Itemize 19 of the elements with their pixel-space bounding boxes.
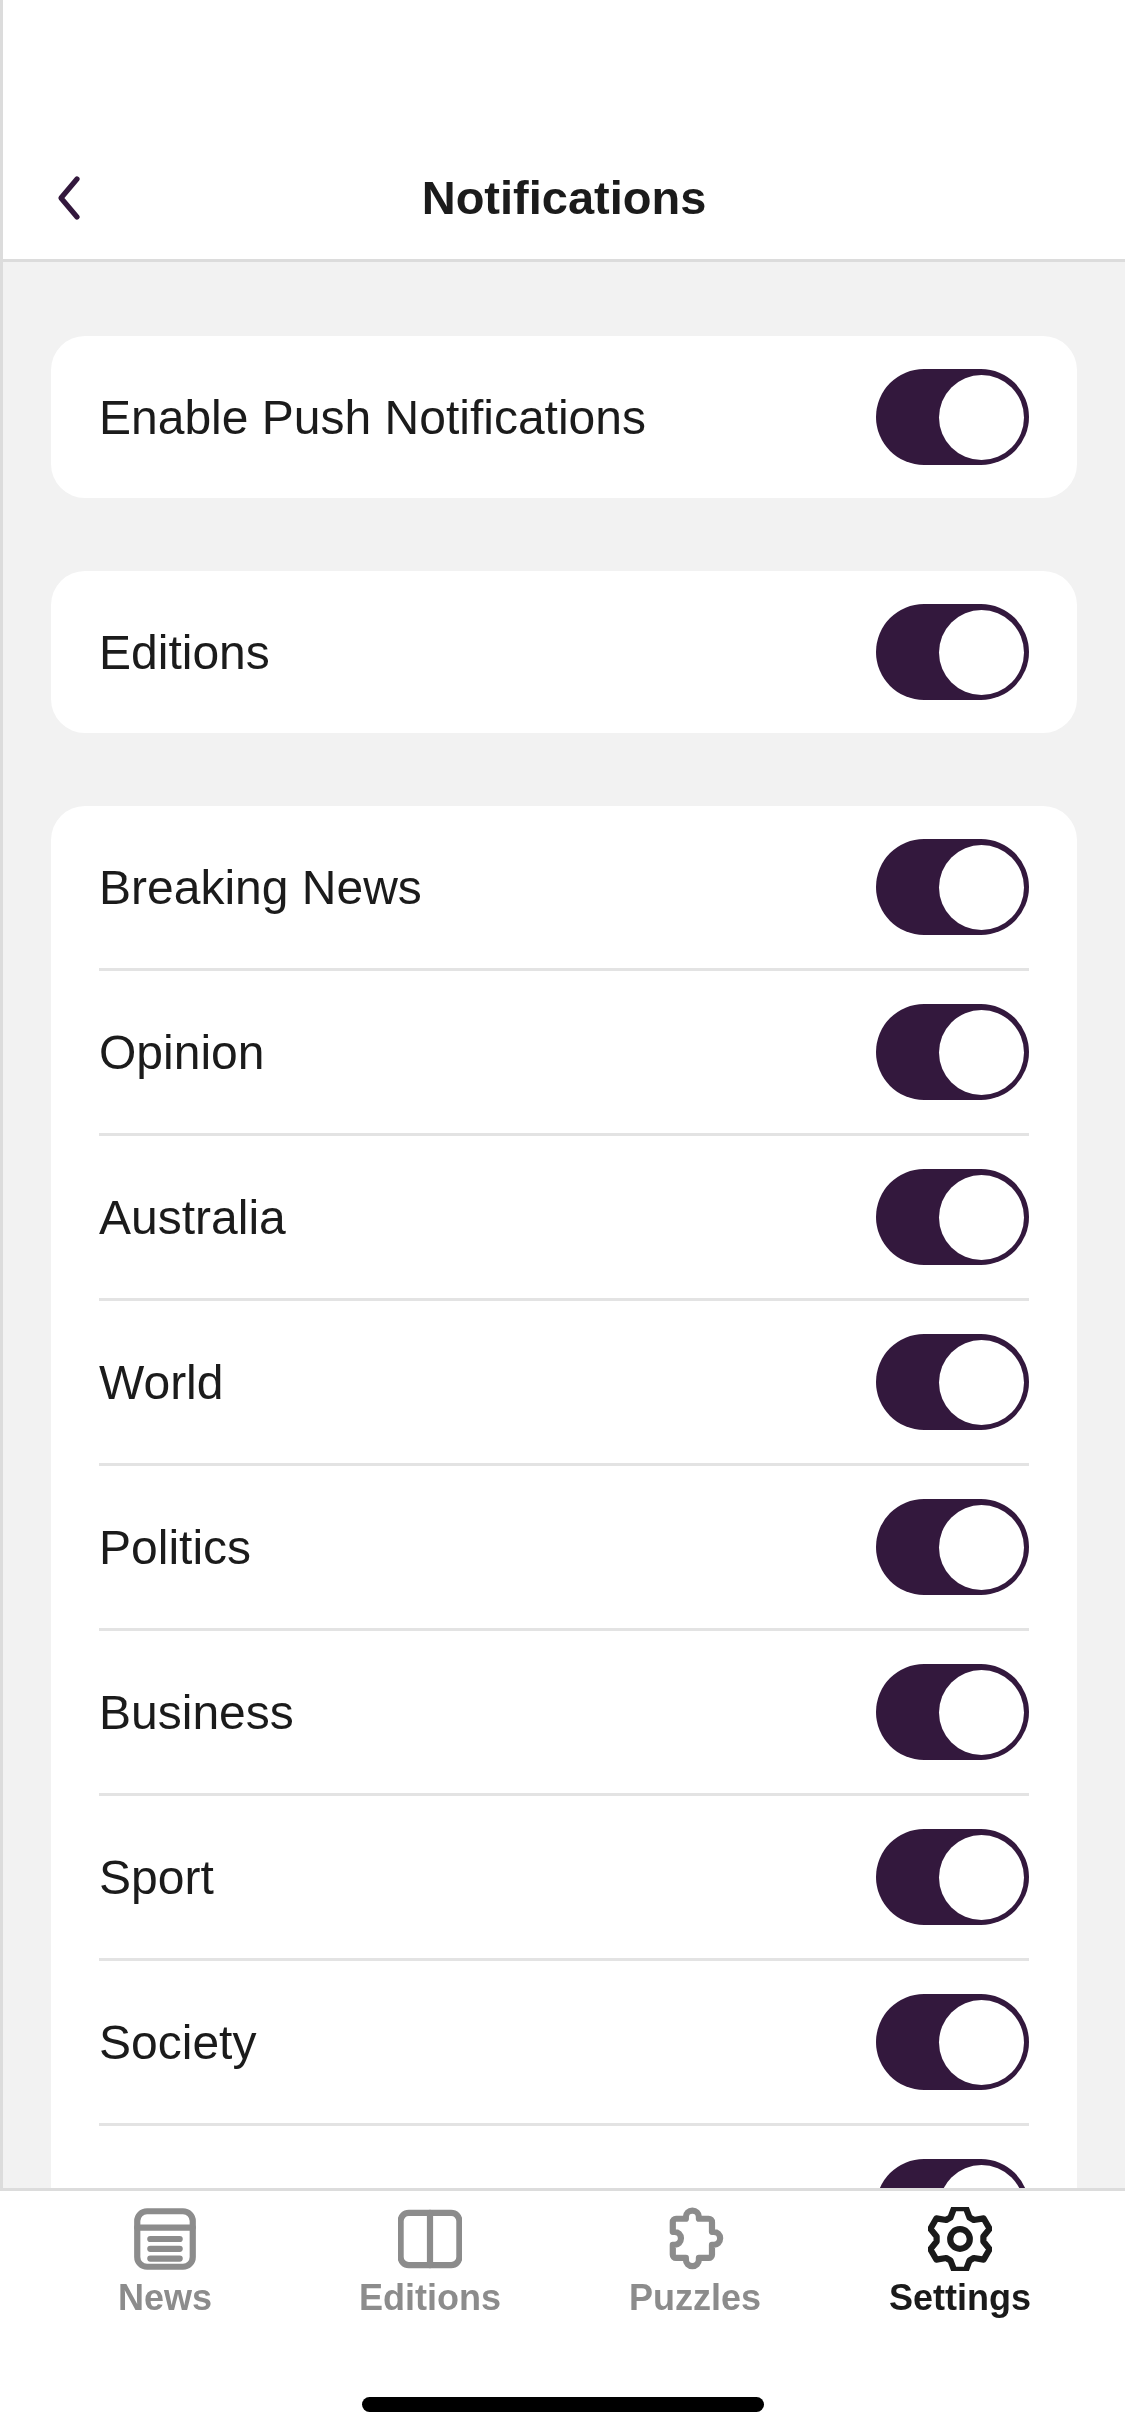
setting-label: Sport	[99, 1849, 214, 1905]
settings-icon	[928, 2207, 992, 2271]
setting-label: Australia	[99, 1189, 286, 1245]
tab[interactable]: Settings	[827, 2207, 1093, 2319]
book-icon	[398, 2207, 462, 2271]
setting-label: Opinion	[99, 1024, 265, 1080]
tab[interactable]: Puzzles	[562, 2207, 828, 2319]
setting-label: Editions	[99, 624, 270, 680]
screen-title: Notifications	[421, 170, 707, 225]
setting-label: World	[99, 1354, 224, 1410]
setting-label: Society	[99, 2014, 257, 2070]
chevron-left-icon	[55, 174, 83, 221]
setting-label: Enable Push Notifications	[99, 389, 646, 445]
setting-label: Breaking News	[99, 859, 422, 915]
setting-label: Business	[99, 1684, 294, 1740]
setting-label: Politics	[99, 1519, 252, 1575]
tab[interactable]: News	[32, 2207, 298, 2319]
newspaper-icon	[133, 2207, 197, 2271]
tab[interactable]: Editions	[297, 2207, 563, 2319]
